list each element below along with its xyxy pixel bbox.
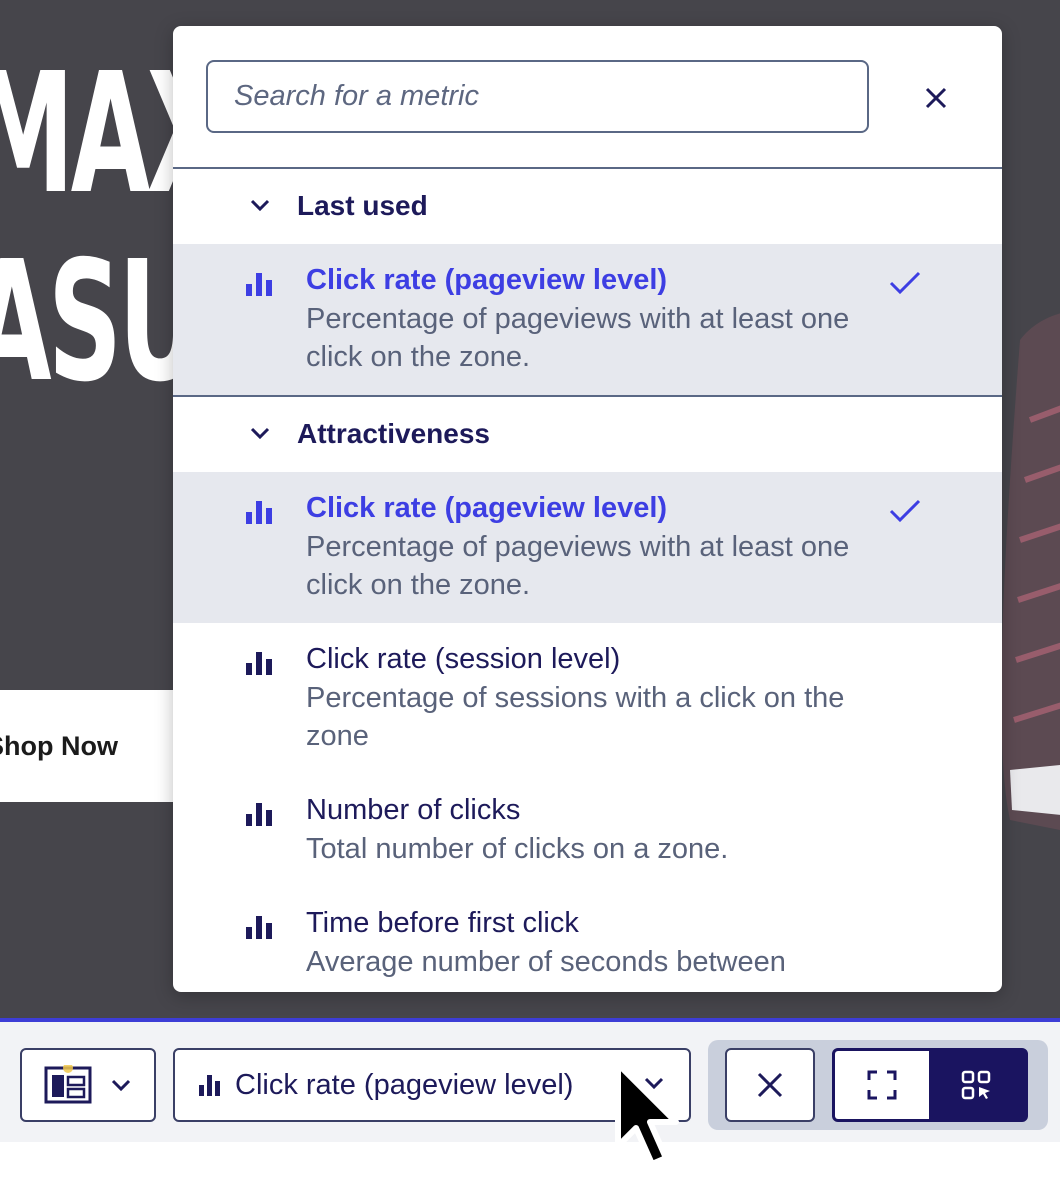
metric-title: Number of clicks xyxy=(306,794,521,826)
bar-chart-icon xyxy=(246,652,272,675)
layout-selector-button[interactable] xyxy=(20,1048,156,1122)
metric-option-number-of-clicks[interactable]: Number of clicks Total number of clicks … xyxy=(173,774,1002,888)
layout-icon xyxy=(44,1065,92,1104)
metric-picker-panel: Last used Click rate (pageview level) Pe… xyxy=(173,26,1002,992)
shop-now-button[interactable]: Shop Now xyxy=(0,690,200,802)
bar-chart-icon xyxy=(246,273,272,296)
chevron-down-icon xyxy=(250,427,270,440)
bar-chart-icon xyxy=(246,916,272,939)
close-icon xyxy=(757,1072,783,1098)
bar-chart-icon xyxy=(246,803,272,826)
chevron-down-icon xyxy=(111,1079,131,1092)
zone-select-icon xyxy=(961,1070,991,1100)
group-header-attractiveness[interactable]: Attractiveness xyxy=(173,404,1002,464)
metric-title: Click rate (pageview level) xyxy=(306,264,668,296)
group-header-last-used[interactable]: Last used xyxy=(173,176,1002,236)
close-icon xyxy=(925,87,947,109)
metric-description: Percentage of pageviews with at least on… xyxy=(306,303,850,373)
metric-option-click-rate-pageview[interactable]: Click rate (pageview level) Percentage o… xyxy=(173,244,1002,395)
metric-title: Click rate (session level) xyxy=(306,643,621,675)
metric-description: Percentage of pageviews with at least on… xyxy=(306,531,850,601)
metric-search-input[interactable] xyxy=(208,62,867,131)
search-divider xyxy=(173,167,1002,169)
view-mode-segmented-control xyxy=(832,1048,1028,1122)
group-title: Attractiveness xyxy=(297,418,490,449)
shop-now-label: Shop Now xyxy=(0,730,118,761)
group-title: Last used xyxy=(297,190,428,221)
metric-title: Time before first click xyxy=(306,907,579,939)
group-divider xyxy=(173,395,1002,397)
fullscreen-button[interactable] xyxy=(835,1051,929,1119)
checkmark-icon xyxy=(889,271,921,295)
metric-option-time-before-first-click[interactable]: Time before first click Average number o… xyxy=(173,887,1002,992)
metric-description: Total number of clicks on a zone. xyxy=(306,833,729,865)
panel-close-button[interactable] xyxy=(918,80,954,116)
zone-select-button[interactable] xyxy=(929,1051,1025,1119)
close-heatmap-button[interactable] xyxy=(725,1048,815,1122)
mouse-pointer-icon xyxy=(615,1061,679,1167)
hero-headline-line-2: ASU xyxy=(0,226,202,419)
search-box xyxy=(206,60,869,133)
selected-metric-label: Click rate (pageview level) xyxy=(235,1068,574,1101)
metric-option-click-rate-session[interactable]: Click rate (session level) Percentage of… xyxy=(173,623,1002,773)
metric-description: Percentage of sessions with a click on t… xyxy=(306,682,845,752)
bar-chart-icon xyxy=(199,1075,220,1096)
checkmark-icon xyxy=(889,499,921,523)
metric-option-click-rate-pageview[interactable]: Click rate (pageview level) Percentage o… xyxy=(173,472,1002,623)
fullscreen-icon xyxy=(867,1070,897,1100)
metric-title: Click rate (pageview level) xyxy=(306,492,668,524)
metric-description: Average number of seconds between xyxy=(306,946,786,978)
chevron-down-icon xyxy=(250,199,270,212)
bar-chart-icon xyxy=(246,501,272,524)
